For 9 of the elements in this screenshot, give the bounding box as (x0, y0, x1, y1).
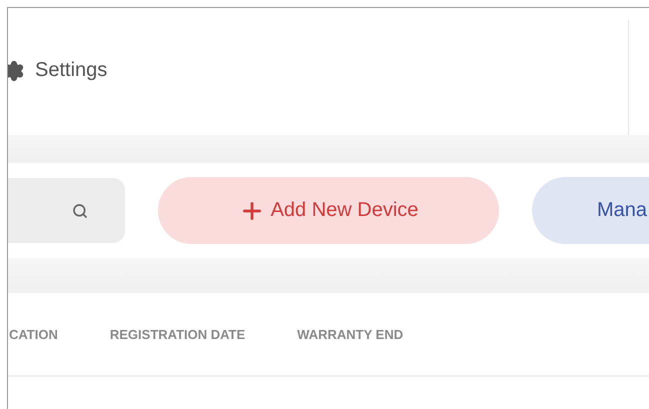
settings-link[interactable]: Settings (8, 59, 108, 82)
search-icon (72, 202, 88, 220)
column-header: REGISTRATION DATE (110, 326, 246, 342)
column-header: WARRANTY END (297, 326, 404, 342)
add-device-button[interactable]: Add New Device (158, 177, 499, 244)
manage-button[interactable]: Mana (532, 177, 649, 244)
search-field[interactable] (8, 178, 125, 243)
settings-icon (8, 60, 25, 82)
column-header: CATION (9, 326, 58, 342)
